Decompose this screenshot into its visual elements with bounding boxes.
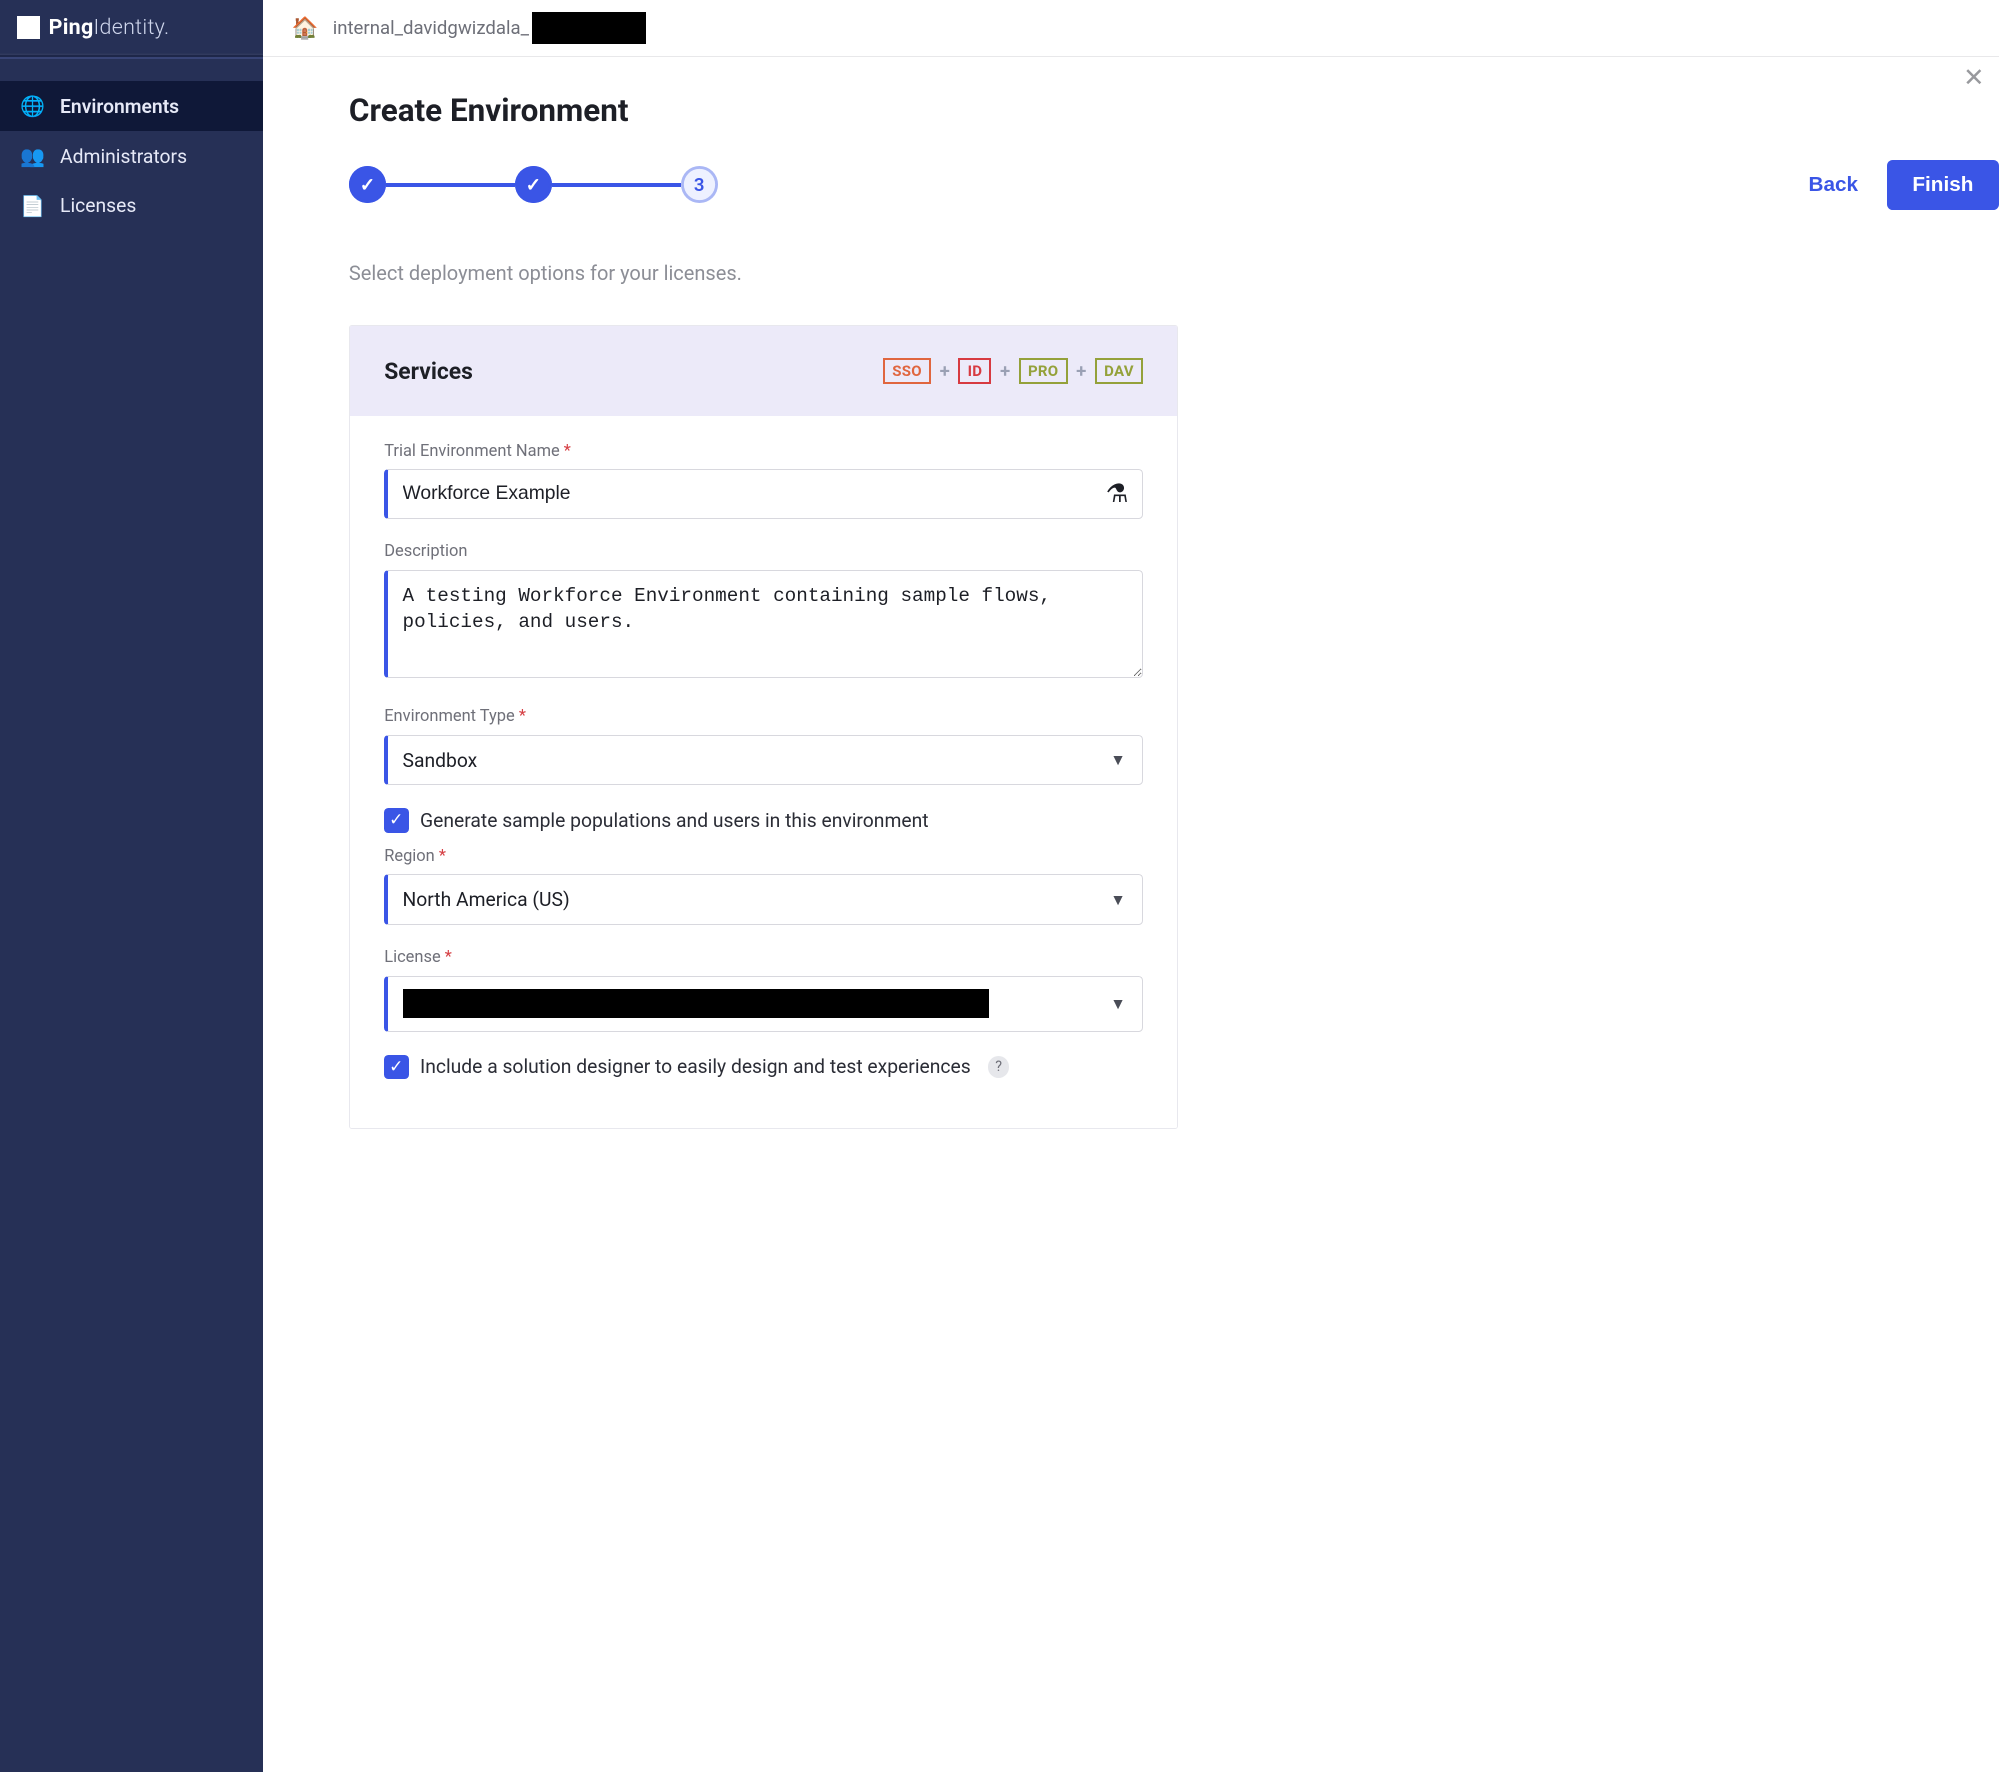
envtype-select[interactable]: Sandbox (384, 735, 1143, 786)
help-tooltip-icon[interactable]: ? (988, 1056, 1009, 1077)
brand-square-icon (17, 16, 40, 39)
step-connector (552, 183, 681, 187)
plus-icon: + (1076, 360, 1086, 382)
step-connector (386, 183, 515, 187)
admins-icon: 👥 (20, 144, 46, 168)
card-header: Services SSO + ID + PRO + DAV (350, 326, 1177, 416)
page-title: Create Environment (349, 92, 1999, 129)
license-label: License (384, 948, 1143, 967)
sidebar-nav: 🌐 Environments 👥 Administrators 📄 Licens… (0, 64, 263, 230)
region-select[interactable]: North America (US) (384, 874, 1143, 925)
services-heading: Services (384, 358, 473, 385)
sidebar-item-licenses[interactable]: 📄 Licenses (0, 181, 263, 231)
badge-id: ID (958, 358, 991, 384)
description-label: Description (384, 542, 1143, 561)
check-icon: ✓ (355, 173, 379, 197)
envtype-label: Environment Type (384, 707, 1143, 726)
main: 🏠 internal_davidgwizdala_ ❔ 🧭 Explore 👤 … (263, 0, 1999, 1772)
topbar: 🏠 internal_davidgwizdala_ ❔ 🧭 Explore 👤 … (263, 0, 1999, 57)
checkbox-checked-icon: ✓ (384, 1055, 408, 1079)
services-card: Services SSO + ID + PRO + DAV Trial Envi… (349, 325, 1178, 1129)
region-value: North America (US) (403, 888, 570, 911)
sidebar-item-administrators[interactable]: 👥 Administrators (0, 131, 263, 181)
step-3-current[interactable]: 3 (681, 166, 718, 203)
licenses-icon: 📄 (20, 194, 46, 218)
region-label: Region (384, 847, 1143, 866)
step-2-done[interactable]: ✓ (515, 166, 552, 203)
brand-logo[interactable]: PingIdentity. (0, 0, 263, 57)
envtype-value: Sandbox (403, 749, 478, 772)
checkbox-checked-icon: ✓ (384, 808, 408, 832)
finish-button[interactable]: Finish (1887, 160, 1999, 210)
solution-designer-checkbox-row[interactable]: ✓ Include a solution designer to easily … (384, 1055, 1143, 1079)
stepper: ✓ ✓ 3 (349, 166, 718, 203)
license-select[interactable] (384, 976, 1143, 1032)
description-textarea[interactable]: A testing Workforce Environment containi… (384, 570, 1143, 679)
breadcrumb[interactable]: internal_davidgwizdala_ (333, 12, 647, 43)
brand-text: PingIdentity. (49, 15, 170, 40)
back-button[interactable]: Back (1809, 173, 1859, 197)
badge-sso: SSO (883, 358, 931, 384)
badge-dav: DAV (1095, 358, 1143, 384)
home-icon[interactable]: 🏠 (292, 16, 319, 41)
redacted-block (403, 989, 989, 1018)
sidebar-item-label: Administrators (60, 145, 187, 168)
globe-icon: 🌐 (20, 94, 46, 118)
redacted-block (532, 12, 646, 43)
generate-sample-checkbox-row[interactable]: ✓ Generate sample populations and users … (384, 808, 1143, 832)
flask-icon: ⚗ (1106, 479, 1129, 509)
env-name-label: Trial Environment Name (384, 442, 1143, 461)
solution-designer-label: Include a solution designer to easily de… (420, 1055, 971, 1078)
plus-icon: + (940, 360, 950, 382)
page-subtext: Select deployment options for your licen… (349, 261, 1999, 285)
sidebar-item-environments[interactable]: 🌐 Environments (0, 81, 263, 131)
breadcrumb-text: internal_davidgwizdala_ (333, 17, 529, 39)
sidebar: PingIdentity. 🌐 Environments 👥 Administr… (0, 0, 263, 1772)
env-name-input[interactable] (384, 469, 1143, 519)
step-1-done[interactable]: ✓ (349, 166, 386, 203)
plus-icon: + (1000, 360, 1010, 382)
generate-sample-label: Generate sample populations and users in… (420, 809, 929, 832)
service-badges: SSO + ID + PRO + DAV (883, 358, 1143, 384)
badge-pro: PRO (1019, 358, 1068, 384)
check-icon: ✓ (521, 173, 545, 197)
sidebar-item-label: Environments (60, 95, 179, 118)
sidebar-item-label: Licenses (60, 194, 136, 217)
